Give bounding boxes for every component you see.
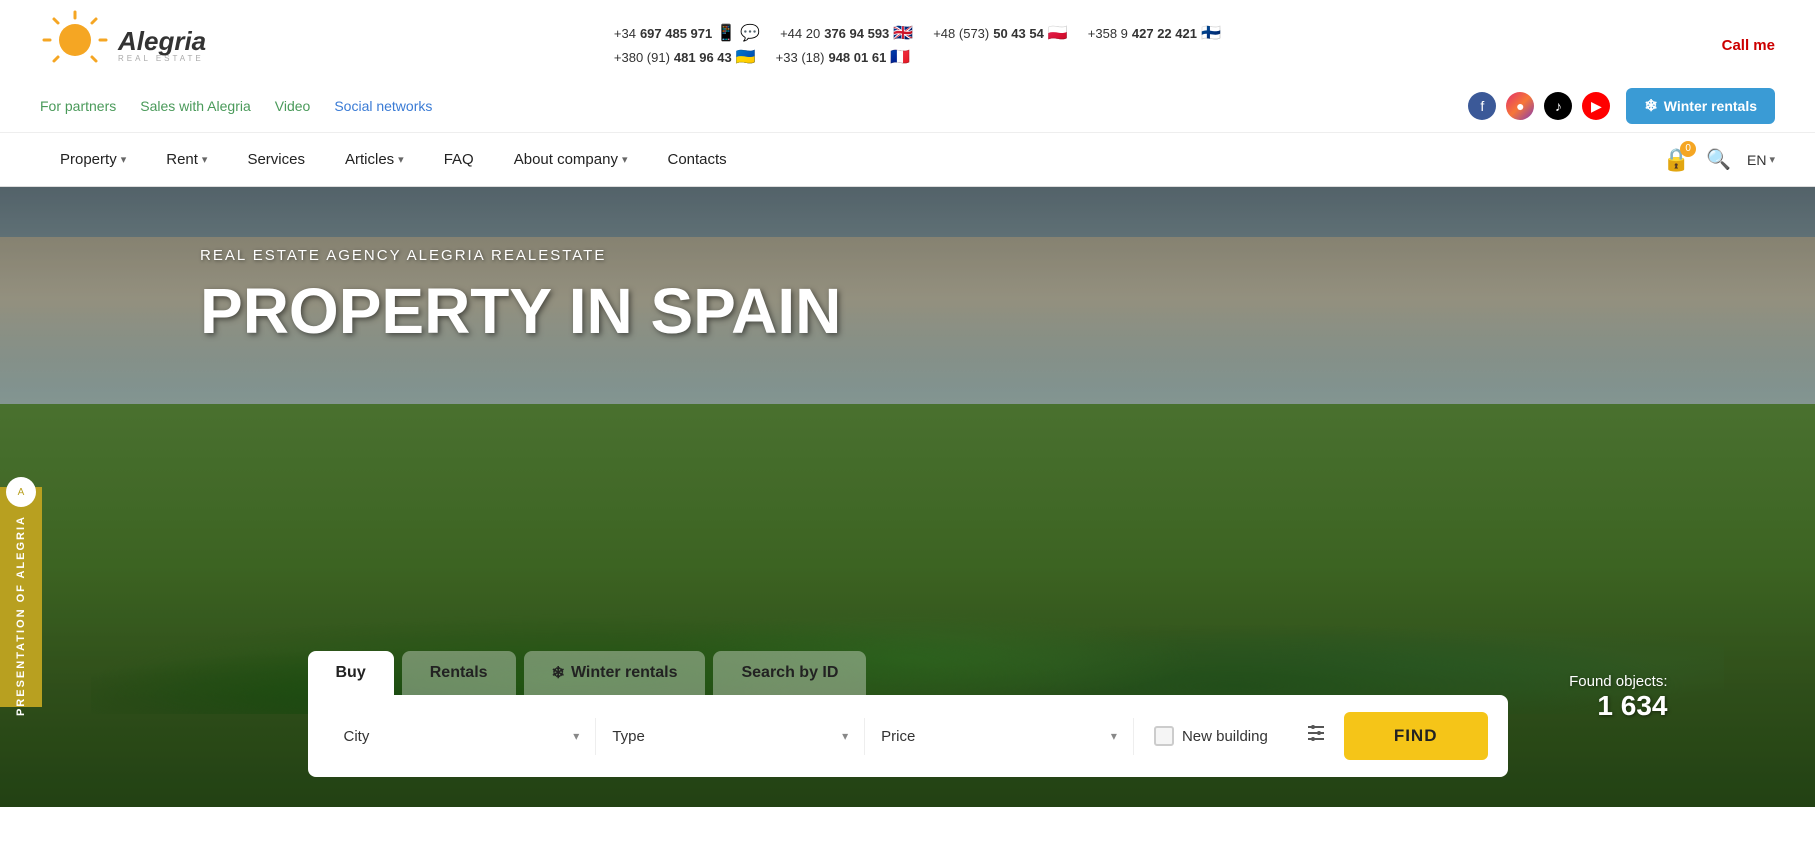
phone-es[interactable]: +34 697 485 971 📱💬 [614,23,760,43]
side-presentation-button[interactable]: A PRESENTATION OF ALEGRIA [0,487,42,707]
sliders-icon [1304,721,1328,745]
secondary-nav: For partners Sales with Alegria Video So… [0,80,1815,133]
winter-rentals-btn[interactable]: ❄ Winter rentals [1626,88,1775,124]
find-button[interactable]: FIND [1344,712,1488,760]
favorites-count: 0 [1680,141,1696,157]
chevron-down-icon: ▾ [1769,153,1775,166]
top-bar: Alegria REAL ESTATE +34 697 485 971 📱💬 +… [0,0,1815,80]
phone-pl[interactable]: +48 (573) 50 43 54 🇵🇱 [933,23,1068,43]
search-button[interactable]: 🔍 [1706,147,1731,172]
alegria-mini-logo: A [6,477,36,507]
for-partners-link[interactable]: For partners [40,98,116,114]
tab-winter-rentals[interactable]: ❄ Winter rentals [524,651,706,695]
nav-services[interactable]: Services [227,133,325,186]
found-count: 1 634 [1569,690,1667,722]
search-panel: Buy Rentals ❄ Winter rentals Search by I… [308,651,1508,777]
nav-contacts[interactable]: Contacts [647,133,746,186]
favorites-button[interactable]: 🔒 0 [1663,147,1690,173]
secondary-links: For partners Sales with Alegria Video So… [40,98,432,114]
city-dropdown[interactable]: City ▾ [328,718,597,755]
nav-rent[interactable]: Rent ▾ [146,133,227,186]
type-dropdown[interactable]: Type ▾ [596,718,865,755]
phone-area: +34 697 485 971 📱💬 +44 20 376 94 593 🇬🇧 … [614,23,1314,67]
chevron-down-icon: ▾ [398,153,404,166]
chevron-down-icon: ▾ [202,153,208,166]
nav-about-company[interactable]: About company ▾ [494,133,648,186]
hero-section: A PRESENTATION OF ALEGRIA REAL ESTATE AG… [0,187,1815,807]
phone-uk[interactable]: +44 20 376 94 593 🇬🇧 [780,23,913,43]
checkbox-icon [1154,726,1174,746]
facebook-icon[interactable]: f [1468,92,1496,120]
call-me-button[interactable]: Call me [1722,37,1775,54]
phone-ua[interactable]: +380 (91) 481 96 43 🇺🇦 [614,47,756,67]
search-bar: City ▾ Type ▾ Price ▾ New building [308,695,1508,777]
filter-button[interactable] [1288,711,1344,761]
found-label: Found objects: [1569,673,1667,690]
instagram-icon[interactable]: ● [1506,92,1534,120]
phone-fr[interactable]: +33 (18) 948 01 61 🇫🇷 [776,47,911,67]
language-selector[interactable]: EN ▾ [1747,152,1775,168]
logo[interactable]: Alegria REAL ESTATE [40,10,206,80]
chevron-down-icon: ▾ [573,729,579,743]
main-nav: Property ▾ Rent ▾ Services Articles ▾ FA… [0,133,1815,187]
snowflake-icon: ❄ [1644,96,1657,116]
price-dropdown[interactable]: Price ▾ [865,718,1134,755]
logo-sun-icon [40,10,110,80]
nav-faq[interactable]: FAQ [424,133,494,186]
tiktok-icon[interactable]: ♪ [1544,92,1572,120]
social-networks-link[interactable]: Social networks [334,98,432,114]
logo-subtitle: REAL ESTATE [118,54,206,63]
side-presentation-text: PRESENTATION OF ALEGRIA [15,515,27,716]
video-link[interactable]: Video [275,98,311,114]
hero-subtitle: REAL ESTATE AGENCY ALEGRIA REALESTATE [200,247,1615,264]
chevron-down-icon: ▾ [121,153,127,166]
tab-buy[interactable]: Buy [308,651,394,695]
social-icons: f ● ♪ ▶ [1468,92,1610,120]
sales-alegria-link[interactable]: Sales with Alegria [140,98,251,114]
youtube-icon[interactable]: ▶ [1582,92,1610,120]
tab-search-by-id[interactable]: Search by ID [713,651,866,695]
nav-right: 🔒 0 🔍 EN ▾ [1663,147,1775,173]
phone-fi[interactable]: +358 9 427 22 421 🇫🇮 [1088,23,1221,43]
nav-articles[interactable]: Articles ▾ [325,133,424,186]
nav-property[interactable]: Property ▾ [40,133,146,186]
chevron-down-icon: ▾ [842,729,848,743]
chevron-down-icon: ▾ [1111,729,1117,743]
snowflake-icon: ❄ [552,663,565,683]
hero-title: PROPERTY IN SPAIN [200,276,1615,346]
chevron-down-icon: ▾ [622,153,628,166]
new-building-checkbox[interactable]: New building [1134,716,1288,756]
found-objects: Found objects: 1 634 [1569,673,1667,722]
tab-rentals[interactable]: Rentals [402,651,516,695]
logo-name: Alegria [118,28,206,54]
search-tabs: Buy Rentals ❄ Winter rentals Search by I… [308,651,1508,695]
